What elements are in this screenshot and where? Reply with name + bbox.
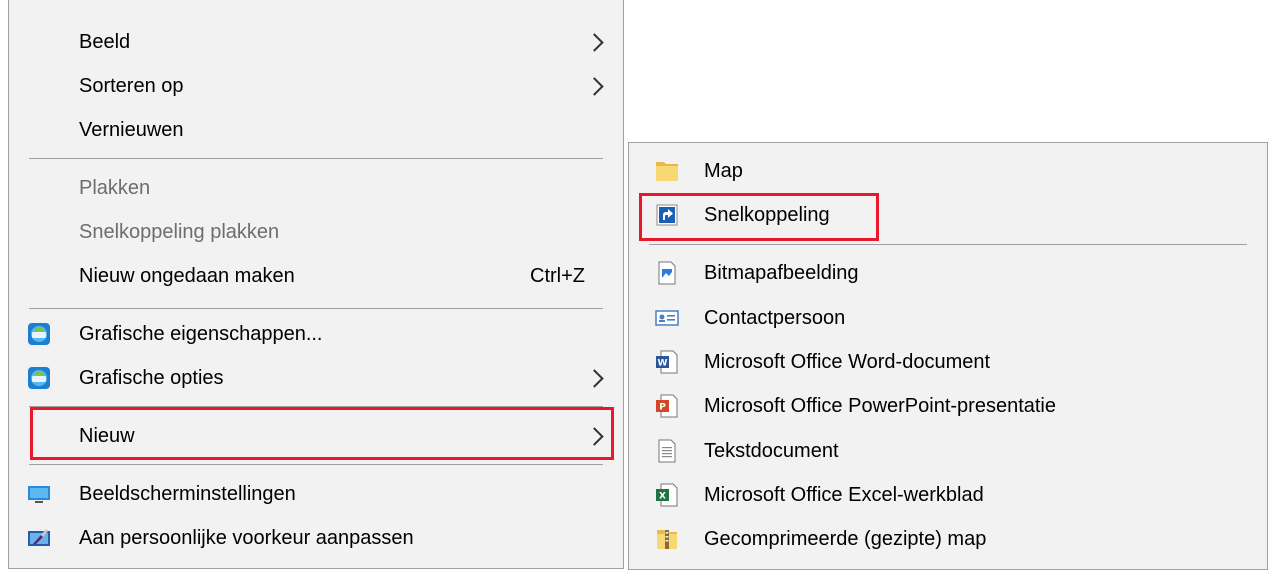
menu-item-vernieuwen[interactable]: Vernieuwen <box>9 108 623 152</box>
submenu-item-label: Tekstdocument <box>704 439 839 462</box>
submenu-item-gezipte-map[interactable]: Gecomprimeerde (gezipte) map <box>629 517 1267 561</box>
submenu-item-label: Microsoft Office PowerPoint-presentatie <box>704 394 1057 417</box>
menu-item-label: Grafische eigenschappen... <box>79 322 323 345</box>
submenu-item-word-document[interactable]: W Microsoft Office Word-document <box>629 340 1267 384</box>
submenu-item-bitmapafbeelding[interactable]: Bitmapafbeelding <box>629 251 1267 295</box>
submenu-item-tekstdocument[interactable]: Tekstdocument <box>629 429 1267 473</box>
monitor-icon <box>28 486 50 503</box>
menu-item-label: Vernieuwen <box>79 118 184 141</box>
chevron-right-icon <box>585 32 604 52</box>
submenu-item-powerpoint-presentatie[interactable]: P Microsoft Office PowerPoint-presentati… <box>629 384 1267 428</box>
excel-icon: X <box>656 483 678 507</box>
menu-separator <box>29 158 603 159</box>
bitmap-icon <box>658 261 676 285</box>
menu-item-plakken: Plakken <box>9 166 623 210</box>
desktop-context-menu: Beeld Sorteren op Vernieuwen Plakken Sne… <box>8 0 624 569</box>
menu-item-label: Grafische opties <box>79 366 224 389</box>
menu-item-persoonlijke-voorkeur[interactable]: Aan persoonlijke voorkeur aanpassen <box>9 516 623 560</box>
intel-graphics-icon <box>28 323 50 345</box>
highlight-box-nieuw <box>30 407 614 460</box>
menu-item-label: Snelkoppeling plakken <box>79 220 280 243</box>
submenu-item-label: Gecomprimeerde (gezipte) map <box>704 527 987 550</box>
menu-item-sorteren-op[interactable]: Sorteren op <box>9 64 623 108</box>
menu-separator <box>29 464 603 465</box>
submenu-item-label: Bitmapafbeelding <box>704 261 859 284</box>
personalize-icon <box>28 529 50 546</box>
submenu-item-label: Contactpersoon <box>704 306 846 329</box>
menu-item-label: Sorteren op <box>79 74 184 97</box>
menu-item-label: Beeld <box>79 30 131 53</box>
submenu-item-label: Microsoft Office Excel-werkblad <box>704 483 984 506</box>
submenu-item-excel-werkblad[interactable]: X Microsoft Office Excel-werkblad <box>629 473 1267 517</box>
menu-item-snelkoppeling-plakken: Snelkoppeling plakken <box>9 210 623 254</box>
submenu-item-contactpersoon[interactable]: Contactpersoon <box>629 296 1267 340</box>
svg-text:X: X <box>659 492 666 502</box>
chevron-right-icon <box>585 368 604 388</box>
menu-item-nieuw-ongedaan-maken[interactable]: Nieuw ongedaan maken Ctrl+Z <box>9 254 623 298</box>
zip-folder-icon <box>657 530 677 549</box>
menu-separator <box>649 244 1247 245</box>
menu-item-label: Beeldscherminstellingen <box>79 482 296 505</box>
contact-icon <box>655 310 679 326</box>
submenu-item-map[interactable]: Map <box>629 149 1267 193</box>
menu-item-grafische-eigenschappen[interactable]: Grafische eigenschappen... <box>9 312 623 356</box>
intel-graphics-icon <box>28 367 50 389</box>
menu-separator <box>29 308 603 309</box>
submenu-item-label: Map <box>704 159 743 182</box>
svg-text:W: W <box>658 359 668 369</box>
menu-item-label: Nieuw ongedaan maken <box>79 264 295 287</box>
submenu-item-label: Microsoft Office Word-document <box>704 350 991 373</box>
menu-item-beeldscherminstellingen[interactable]: Beeldscherminstellingen <box>9 472 623 516</box>
menu-item-grafische-opties[interactable]: Grafische opties <box>9 356 623 400</box>
svg-text:P: P <box>659 403 666 413</box>
menu-item-label: Aan persoonlijke voorkeur aanpassen <box>79 526 414 549</box>
text-document-icon <box>658 439 676 463</box>
chevron-right-icon <box>585 76 604 96</box>
menu-item-beeld[interactable]: Beeld <box>9 20 623 64</box>
word-icon: W <box>656 350 678 374</box>
powerpoint-icon: P <box>656 394 678 418</box>
highlight-box-snelkoppeling <box>639 193 879 241</box>
menu-item-label: Plakken <box>79 176 151 199</box>
folder-icon <box>656 162 678 181</box>
keyboard-shortcut: Ctrl+Z <box>530 264 585 287</box>
